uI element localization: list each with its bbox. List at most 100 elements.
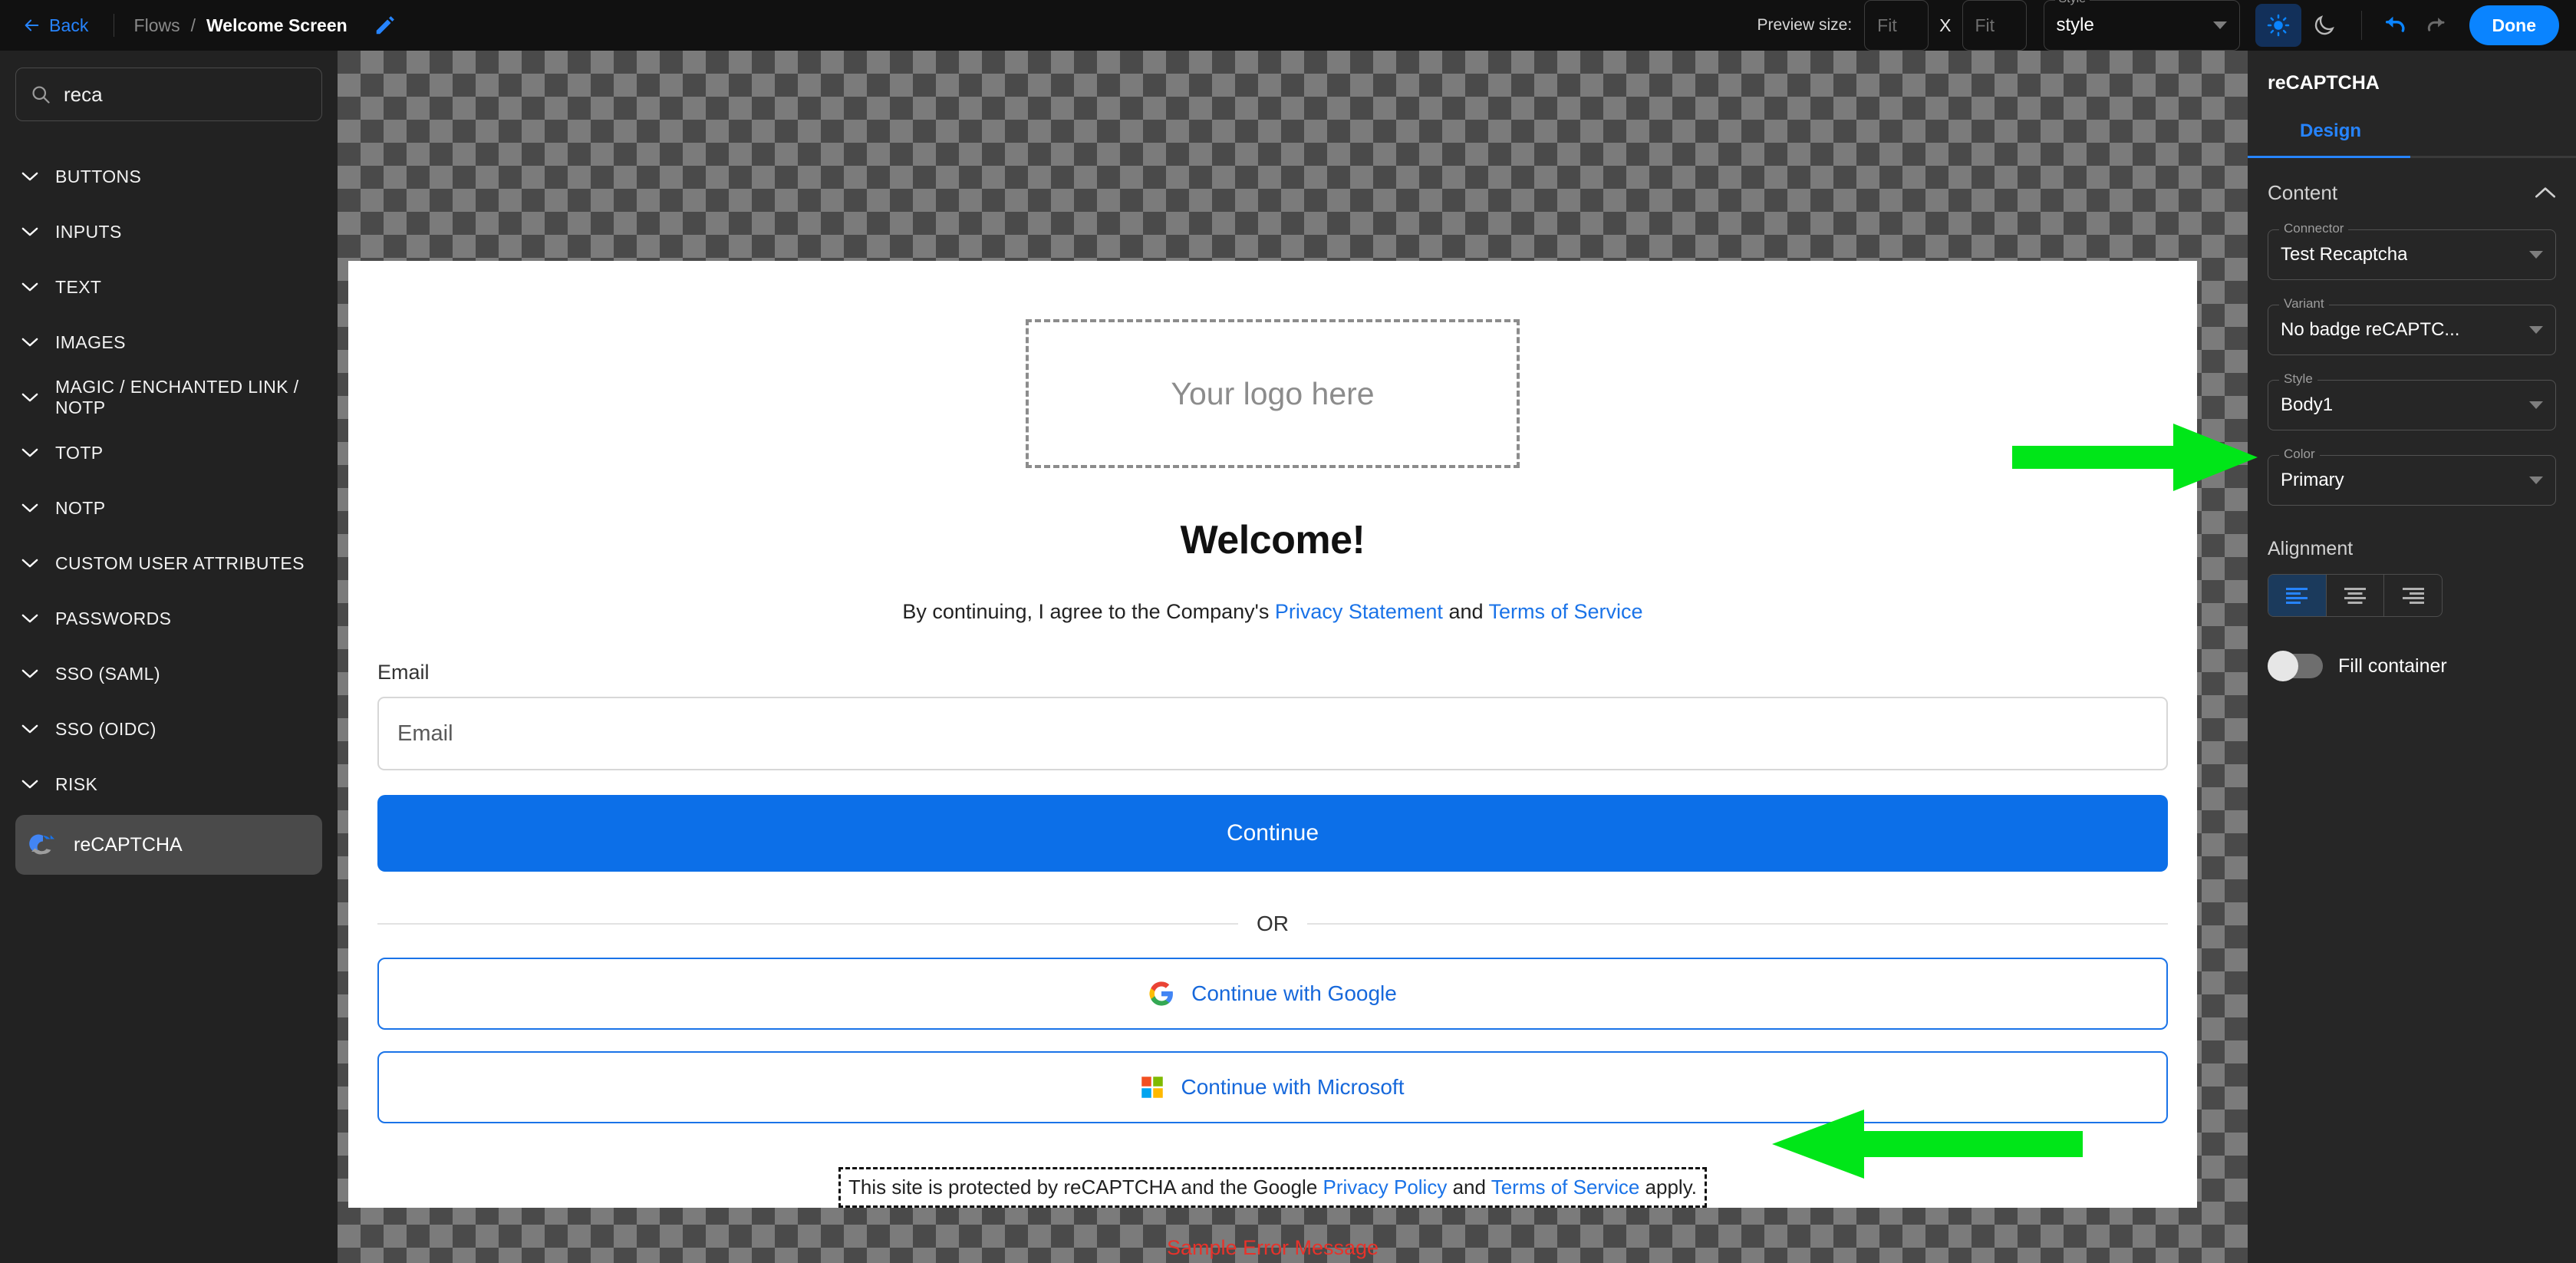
moon-icon bbox=[2314, 15, 2334, 35]
sidebar-category-sso-oidc[interactable]: SSO (OIDC) bbox=[15, 701, 322, 757]
done-button[interactable]: Done bbox=[2469, 5, 2559, 45]
variant-select[interactable]: Variant No badge reCAPTC... bbox=[2268, 296, 2556, 355]
dark-theme-button[interactable] bbox=[2301, 4, 2347, 47]
continue-button[interactable]: Continue bbox=[377, 795, 2168, 872]
privacy-statement-link[interactable]: Privacy Statement bbox=[1275, 600, 1443, 623]
preview-width-input[interactable]: Fit bbox=[1864, 0, 1929, 51]
main-body: reca BUTTONS INPUTS TEXT IMAGES MAGIC / … bbox=[0, 51, 2576, 1263]
category-label: MAGIC / ENCHANTED LINK / NOTP bbox=[55, 377, 299, 417]
preview-height-input[interactable]: Fit bbox=[1962, 0, 2027, 51]
chevron-up-icon bbox=[2535, 187, 2556, 198]
consent-and: and bbox=[1442, 600, 1489, 623]
theme-toggle-group bbox=[2255, 4, 2347, 47]
google-privacy-policy-link[interactable]: Privacy Policy bbox=[1323, 1176, 1448, 1199]
continue-with-microsoft-button[interactable]: Continue with Microsoft bbox=[377, 1051, 2168, 1123]
sidebar-category-custom-user-attributes[interactable]: CUSTOM USER ATTRIBUTES bbox=[15, 536, 322, 591]
sidebar-item-label: reCAPTCHA bbox=[74, 833, 183, 856]
light-theme-button[interactable] bbox=[2255, 4, 2301, 47]
sidebar-category-images[interactable]: IMAGES bbox=[15, 315, 322, 370]
fill-container-row: Fill container bbox=[2268, 651, 2556, 681]
sidebar-category-text[interactable]: TEXT bbox=[15, 259, 322, 315]
category-label: BUTTONS bbox=[55, 166, 142, 186]
app-root: Back Flows / Welcome Screen Preview size… bbox=[0, 0, 2576, 1263]
breadcrumb-flows[interactable]: Flows bbox=[134, 15, 180, 36]
sun-icon bbox=[2267, 14, 2289, 37]
chevron-down-icon bbox=[2529, 477, 2543, 484]
microsoft-button-label: Continue with Microsoft bbox=[1181, 1075, 1405, 1099]
color-value: Primary bbox=[2281, 470, 2344, 490]
preview-size-label: Preview size: bbox=[1757, 16, 1853, 34]
components-sidebar: reca BUTTONS INPUTS TEXT IMAGES MAGIC / … bbox=[0, 51, 338, 1263]
or-divider: OR bbox=[377, 912, 2168, 936]
sidebar-item-recaptcha[interactable]: reCAPTCHA bbox=[15, 815, 322, 875]
align-left-button[interactable] bbox=[2268, 575, 2327, 616]
style-select[interactable]: Style style bbox=[2043, 0, 2240, 51]
category-label: NOTP bbox=[55, 497, 106, 518]
category-label: TEXT bbox=[55, 276, 102, 297]
tab-design[interactable]: Design bbox=[2300, 114, 2361, 156]
search-icon bbox=[32, 86, 50, 104]
connector-legend: Connector bbox=[2279, 221, 2349, 236]
style-select[interactable]: Style Body1 bbox=[2268, 371, 2556, 430]
redo-button[interactable] bbox=[2416, 5, 2456, 45]
chevron-down-icon bbox=[2529, 326, 2543, 334]
style-value: Body1 bbox=[2281, 394, 2334, 415]
login-screen-card: Your logo here Welcome! By continuing, I… bbox=[348, 261, 2197, 1259]
category-label: SSO (OIDC) bbox=[55, 718, 156, 739]
edit-name-button[interactable] bbox=[374, 14, 397, 37]
panel-title: reCAPTCHA bbox=[2268, 72, 2380, 94]
consent-text: By continuing, I agree to the Company's … bbox=[377, 600, 2168, 624]
back-arrow-icon bbox=[25, 19, 39, 31]
connector-select[interactable]: Connector Test Recaptcha bbox=[2268, 221, 2556, 280]
terms-of-service-link[interactable]: Terms of Service bbox=[1489, 600, 1643, 623]
sidebar-category-risk[interactable]: RISK bbox=[15, 757, 322, 812]
continue-with-google-button[interactable]: Continue with Google bbox=[377, 958, 2168, 1030]
logo-placeholder[interactable]: Your logo here bbox=[1026, 319, 1520, 468]
sidebar-category-sso-saml[interactable]: SSO (SAML) bbox=[15, 646, 322, 701]
sidebar-category-magic-link[interactable]: MAGIC / ENCHANTED LINK / NOTP bbox=[15, 370, 322, 425]
email-input[interactable] bbox=[377, 697, 2168, 770]
chevron-down-icon bbox=[21, 172, 38, 180]
panel-tabs: Design bbox=[2248, 114, 2576, 158]
chevron-down-icon bbox=[21, 282, 38, 291]
google-button-label: Continue with Google bbox=[1191, 981, 1397, 1005]
captcha-prefix: This site is protected by reCAPTCHA and … bbox=[848, 1176, 1323, 1199]
logo-placeholder-label: Your logo here bbox=[1171, 375, 1375, 411]
variant-legend: Variant bbox=[2279, 296, 2329, 312]
sidebar-category-totp[interactable]: TOTP bbox=[15, 425, 322, 480]
chevron-down-icon bbox=[2212, 21, 2227, 29]
size-separator: X bbox=[1939, 15, 1952, 35]
back-button[interactable]: Back bbox=[18, 12, 94, 39]
alignment-label: Alignment bbox=[2268, 538, 2354, 559]
page-title: Welcome! bbox=[1180, 518, 1365, 562]
or-label: OR bbox=[1257, 912, 1289, 935]
fill-container-toggle[interactable] bbox=[2268, 651, 2323, 681]
divider-line-right bbox=[1307, 923, 2168, 925]
category-label: TOTP bbox=[55, 442, 104, 463]
category-label: INPUTS bbox=[55, 221, 122, 242]
recaptcha-legal-text[interactable]: This site is protected by reCAPTCHA and … bbox=[838, 1167, 1707, 1208]
email-field-label: Email bbox=[377, 661, 430, 684]
sidebar-category-inputs[interactable]: INPUTS bbox=[15, 204, 322, 259]
google-terms-link[interactable]: Terms of Service bbox=[1491, 1176, 1640, 1199]
color-select[interactable]: Color Primary bbox=[2268, 447, 2556, 506]
divider-line-left bbox=[377, 923, 1238, 925]
chevron-down-icon bbox=[21, 614, 38, 622]
variant-value: No badge reCAPTC... bbox=[2281, 319, 2460, 340]
preview-canvas[interactable]: Your logo here Welcome! By continuing, I… bbox=[338, 51, 2248, 1263]
undo-button[interactable] bbox=[2376, 5, 2416, 45]
color-legend: Color bbox=[2279, 447, 2320, 462]
content-section-header[interactable]: Content bbox=[2248, 158, 2576, 205]
sidebar-category-buttons[interactable]: BUTTONS bbox=[15, 149, 322, 204]
style-legend: Style bbox=[2279, 371, 2317, 387]
sidebar-category-notp[interactable]: NOTP bbox=[15, 480, 322, 536]
chevron-down-icon bbox=[21, 227, 38, 236]
align-right-button[interactable] bbox=[2384, 575, 2442, 616]
align-center-button[interactable] bbox=[2327, 575, 2385, 616]
sidebar-category-passwords[interactable]: PASSWORDS bbox=[15, 591, 322, 646]
search-value: reca bbox=[64, 82, 103, 106]
chevron-down-icon bbox=[21, 724, 38, 733]
search-input[interactable]: reca bbox=[15, 68, 322, 121]
style-select-value: style bbox=[2056, 15, 2094, 35]
error-message: Sample Error Message bbox=[1166, 1236, 1379, 1259]
